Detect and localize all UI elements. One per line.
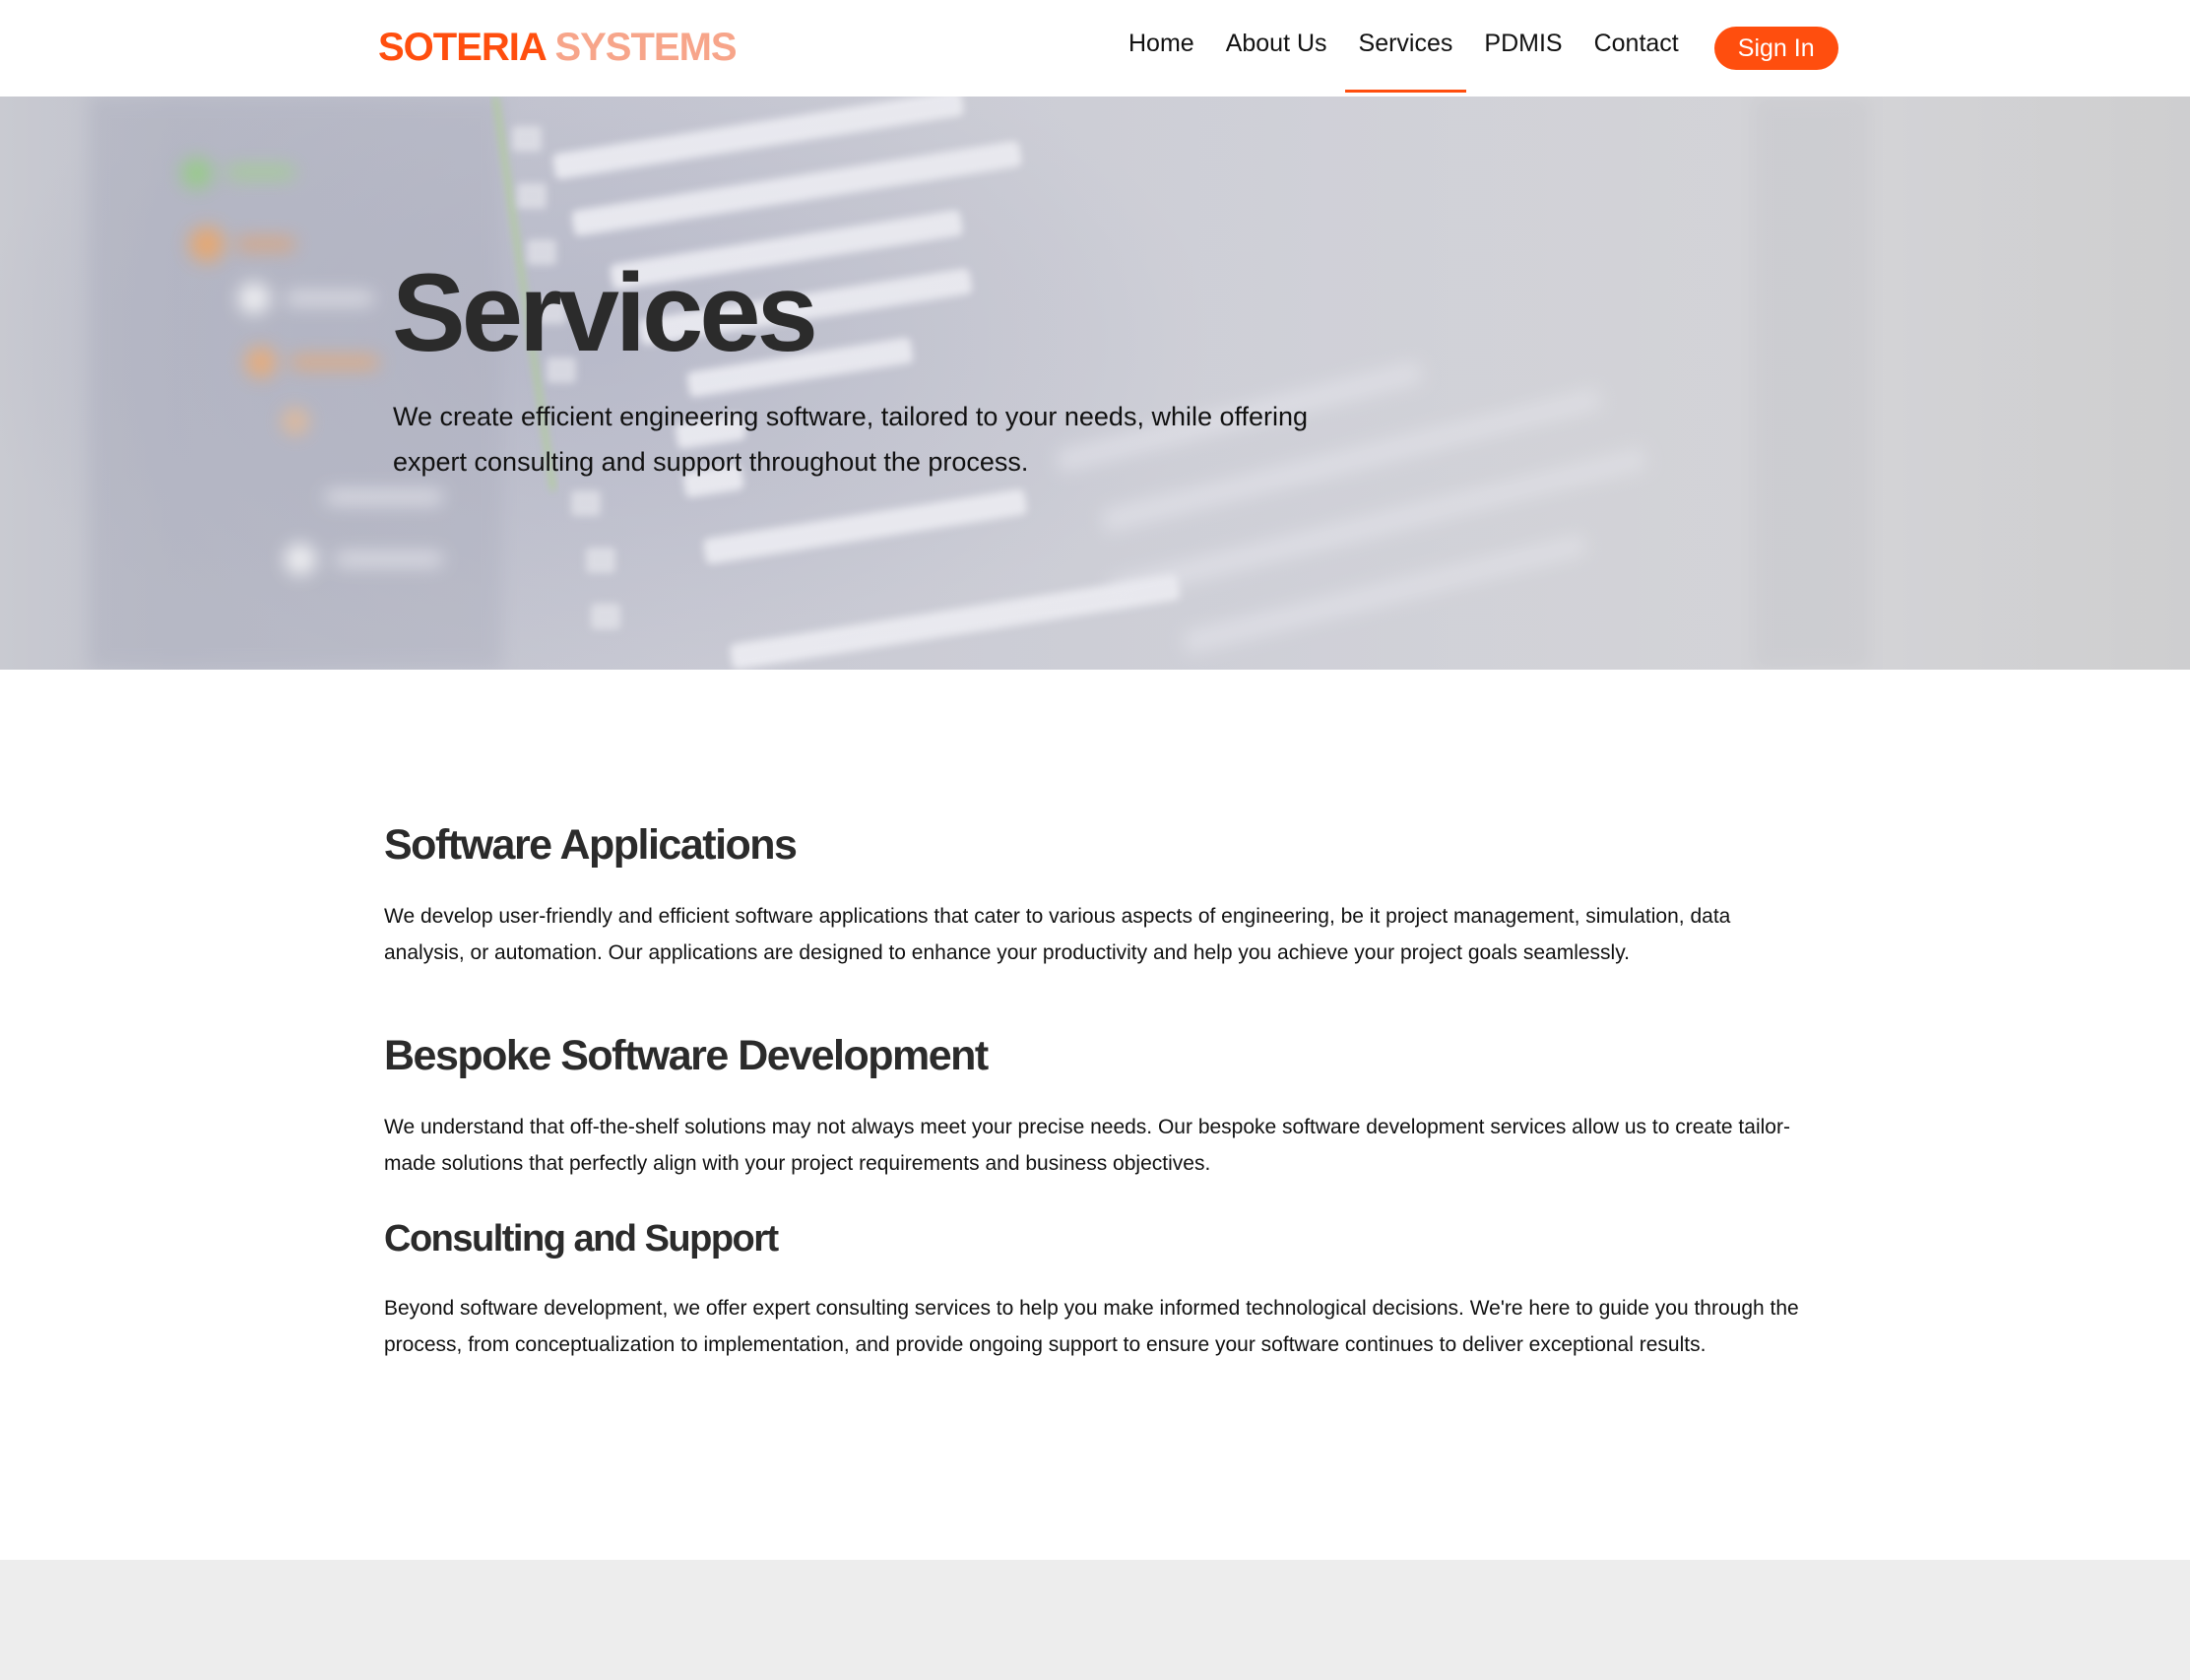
nav-services[interactable]: Services [1344, 0, 1467, 97]
main-nav: Home About Us Services PDMIS Contact Sig… [1113, 0, 1838, 97]
hero-overlay [0, 97, 2190, 670]
hero-subtitle: We create efficient engineering software… [393, 402, 1309, 477]
nav-pdmis[interactable]: PDMIS [1470, 0, 1576, 97]
section-consulting-support: Consulting and Support Beyond software d… [384, 1211, 1802, 1363]
brand-name-part2: SYSTEMS [554, 26, 737, 69]
site-header: SOTERIA SYSTEMS Home About Us Services P… [0, 0, 2190, 97]
services-content: Software Applications We develop user-fr… [384, 817, 1802, 1363]
section-body: We develop user-friendly and efficient s… [384, 905, 1731, 964]
sign-in-button[interactable]: Sign In [1713, 27, 1838, 70]
footer [0, 1560, 2190, 1680]
section-heading: Bespoke Software Development [384, 1032, 989, 1079]
section-body: We understand that off-the-shelf solutio… [384, 1116, 1790, 1175]
nav-about-us[interactable]: About Us [1212, 0, 1341, 97]
page-title: Services [392, 251, 818, 374]
section-bespoke-development: Bespoke Software Development We understa… [384, 1028, 1802, 1182]
section-software-applications: Software Applications We develop user-fr… [384, 817, 1802, 971]
brand-name-part1: SOTERIA [378, 26, 546, 69]
section-heading: Software Applications [384, 821, 798, 869]
section-body: Beyond software development, we offer ex… [384, 1297, 1799, 1356]
nav-contact[interactable]: Contact [1580, 0, 1693, 97]
hero-banner: Services We create efficient engineering… [0, 97, 2190, 670]
section-heading: Consulting and Support [384, 1218, 779, 1260]
nav-home[interactable]: Home [1115, 0, 1208, 97]
brand-logo[interactable]: SOTERIA SYSTEMS [378, 24, 738, 71]
